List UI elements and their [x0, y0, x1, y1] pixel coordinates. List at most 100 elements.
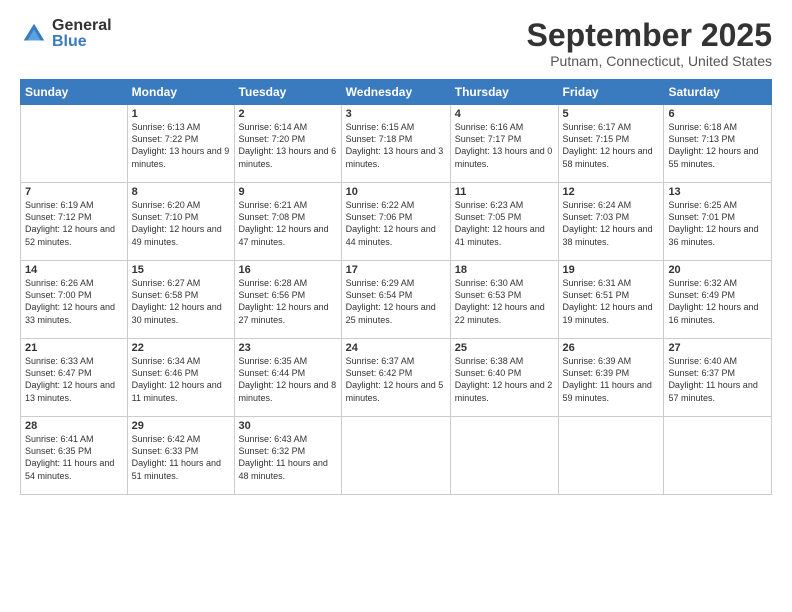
- day-info: Sunrise: 6:16 AMSunset: 7:17 PMDaylight:…: [455, 121, 554, 170]
- day-info: Sunrise: 6:31 AMSunset: 6:51 PMDaylight:…: [563, 277, 660, 326]
- day-cell: 20Sunrise: 6:32 AMSunset: 6:49 PMDayligh…: [664, 261, 772, 339]
- day-info: Sunrise: 6:28 AMSunset: 6:56 PMDaylight:…: [239, 277, 337, 326]
- day-number: 6: [668, 108, 767, 120]
- day-cell: 21Sunrise: 6:33 AMSunset: 6:47 PMDayligh…: [21, 339, 128, 417]
- day-number: 11: [455, 186, 554, 198]
- day-number: 4: [455, 108, 554, 120]
- day-number: 14: [25, 264, 123, 276]
- day-cell: 19Sunrise: 6:31 AMSunset: 6:51 PMDayligh…: [558, 261, 664, 339]
- day-info: Sunrise: 6:35 AMSunset: 6:44 PMDaylight:…: [239, 355, 337, 404]
- day-info: Sunrise: 6:40 AMSunset: 6:37 PMDaylight:…: [668, 355, 767, 404]
- logo: General Blue: [20, 18, 112, 50]
- day-info: Sunrise: 6:42 AMSunset: 6:33 PMDaylight:…: [132, 433, 230, 482]
- day-cell: 5Sunrise: 6:17 AMSunset: 7:15 PMDaylight…: [558, 105, 664, 183]
- day-cell: 18Sunrise: 6:30 AMSunset: 6:53 PMDayligh…: [450, 261, 558, 339]
- day-info: Sunrise: 6:30 AMSunset: 6:53 PMDaylight:…: [455, 277, 554, 326]
- logo-text: General Blue: [52, 18, 112, 50]
- day-info: Sunrise: 6:20 AMSunset: 7:10 PMDaylight:…: [132, 199, 230, 248]
- day-cell: 7Sunrise: 6:19 AMSunset: 7:12 PMDaylight…: [21, 183, 128, 261]
- main-title: September 2025: [527, 18, 772, 53]
- day-cell: 29Sunrise: 6:42 AMSunset: 6:33 PMDayligh…: [127, 417, 234, 495]
- day-info: Sunrise: 6:27 AMSunset: 6:58 PMDaylight:…: [132, 277, 230, 326]
- day-cell: 25Sunrise: 6:38 AMSunset: 6:40 PMDayligh…: [450, 339, 558, 417]
- week-row-2: 7Sunrise: 6:19 AMSunset: 7:12 PMDaylight…: [21, 183, 772, 261]
- day-info: Sunrise: 6:32 AMSunset: 6:49 PMDaylight:…: [668, 277, 767, 326]
- day-info: Sunrise: 6:34 AMSunset: 6:46 PMDaylight:…: [132, 355, 230, 404]
- day-number: 15: [132, 264, 230, 276]
- day-cell: 15Sunrise: 6:27 AMSunset: 6:58 PMDayligh…: [127, 261, 234, 339]
- day-number: 12: [563, 186, 660, 198]
- day-cell: 22Sunrise: 6:34 AMSunset: 6:46 PMDayligh…: [127, 339, 234, 417]
- day-cell: 3Sunrise: 6:15 AMSunset: 7:18 PMDaylight…: [341, 105, 450, 183]
- day-cell: 10Sunrise: 6:22 AMSunset: 7:06 PMDayligh…: [341, 183, 450, 261]
- day-cell: [21, 105, 128, 183]
- day-info: Sunrise: 6:18 AMSunset: 7:13 PMDaylight:…: [668, 121, 767, 170]
- day-cell: 27Sunrise: 6:40 AMSunset: 6:37 PMDayligh…: [664, 339, 772, 417]
- day-cell: 24Sunrise: 6:37 AMSunset: 6:42 PMDayligh…: [341, 339, 450, 417]
- weekday-saturday: Saturday: [664, 80, 772, 105]
- day-info: Sunrise: 6:23 AMSunset: 7:05 PMDaylight:…: [455, 199, 554, 248]
- day-info: Sunrise: 6:15 AMSunset: 7:18 PMDaylight:…: [346, 121, 446, 170]
- logo-icon: [20, 20, 48, 48]
- day-number: 28: [25, 420, 123, 432]
- weekday-friday: Friday: [558, 80, 664, 105]
- day-info: Sunrise: 6:14 AMSunset: 7:20 PMDaylight:…: [239, 121, 337, 170]
- logo-general-text: General: [52, 18, 112, 34]
- day-info: Sunrise: 6:38 AMSunset: 6:40 PMDaylight:…: [455, 355, 554, 404]
- day-cell: 30Sunrise: 6:43 AMSunset: 6:32 PMDayligh…: [234, 417, 341, 495]
- day-number: 7: [25, 186, 123, 198]
- day-info: Sunrise: 6:25 AMSunset: 7:01 PMDaylight:…: [668, 199, 767, 248]
- day-cell: [450, 417, 558, 495]
- day-number: 13: [668, 186, 767, 198]
- day-info: Sunrise: 6:17 AMSunset: 7:15 PMDaylight:…: [563, 121, 660, 170]
- day-number: 22: [132, 342, 230, 354]
- day-number: 23: [239, 342, 337, 354]
- day-cell: 8Sunrise: 6:20 AMSunset: 7:10 PMDaylight…: [127, 183, 234, 261]
- day-cell: 26Sunrise: 6:39 AMSunset: 6:39 PMDayligh…: [558, 339, 664, 417]
- day-cell: 11Sunrise: 6:23 AMSunset: 7:05 PMDayligh…: [450, 183, 558, 261]
- day-number: 2: [239, 108, 337, 120]
- title-block: September 2025 Putnam, Connecticut, Unit…: [527, 18, 772, 69]
- weekday-header-row: SundayMondayTuesdayWednesdayThursdayFrid…: [21, 80, 772, 105]
- day-number: 24: [346, 342, 446, 354]
- page: General Blue September 2025 Putnam, Conn…: [0, 0, 792, 612]
- day-cell: 13Sunrise: 6:25 AMSunset: 7:01 PMDayligh…: [664, 183, 772, 261]
- day-info: Sunrise: 6:39 AMSunset: 6:39 PMDaylight:…: [563, 355, 660, 404]
- day-info: Sunrise: 6:43 AMSunset: 6:32 PMDaylight:…: [239, 433, 337, 482]
- day-number: 26: [563, 342, 660, 354]
- weekday-wednesday: Wednesday: [341, 80, 450, 105]
- day-cell: [558, 417, 664, 495]
- day-info: Sunrise: 6:37 AMSunset: 6:42 PMDaylight:…: [346, 355, 446, 404]
- day-cell: 1Sunrise: 6:13 AMSunset: 7:22 PMDaylight…: [127, 105, 234, 183]
- day-number: 29: [132, 420, 230, 432]
- day-cell: 14Sunrise: 6:26 AMSunset: 7:00 PMDayligh…: [21, 261, 128, 339]
- day-info: Sunrise: 6:41 AMSunset: 6:35 PMDaylight:…: [25, 433, 123, 482]
- day-cell: 28Sunrise: 6:41 AMSunset: 6:35 PMDayligh…: [21, 417, 128, 495]
- weekday-sunday: Sunday: [21, 80, 128, 105]
- weekday-thursday: Thursday: [450, 80, 558, 105]
- day-number: 8: [132, 186, 230, 198]
- day-number: 9: [239, 186, 337, 198]
- day-number: 20: [668, 264, 767, 276]
- calendar: SundayMondayTuesdayWednesdayThursdayFrid…: [20, 79, 772, 495]
- week-row-1: 1Sunrise: 6:13 AMSunset: 7:22 PMDaylight…: [21, 105, 772, 183]
- day-number: 3: [346, 108, 446, 120]
- day-number: 10: [346, 186, 446, 198]
- day-info: Sunrise: 6:21 AMSunset: 7:08 PMDaylight:…: [239, 199, 337, 248]
- day-cell: 9Sunrise: 6:21 AMSunset: 7:08 PMDaylight…: [234, 183, 341, 261]
- week-row-3: 14Sunrise: 6:26 AMSunset: 7:00 PMDayligh…: [21, 261, 772, 339]
- day-info: Sunrise: 6:19 AMSunset: 7:12 PMDaylight:…: [25, 199, 123, 248]
- day-number: 27: [668, 342, 767, 354]
- day-cell: [341, 417, 450, 495]
- day-cell: 4Sunrise: 6:16 AMSunset: 7:17 PMDaylight…: [450, 105, 558, 183]
- day-info: Sunrise: 6:13 AMSunset: 7:22 PMDaylight:…: [132, 121, 230, 170]
- day-cell: 23Sunrise: 6:35 AMSunset: 6:44 PMDayligh…: [234, 339, 341, 417]
- day-number: 1: [132, 108, 230, 120]
- day-info: Sunrise: 6:29 AMSunset: 6:54 PMDaylight:…: [346, 277, 446, 326]
- week-row-4: 21Sunrise: 6:33 AMSunset: 6:47 PMDayligh…: [21, 339, 772, 417]
- day-info: Sunrise: 6:22 AMSunset: 7:06 PMDaylight:…: [346, 199, 446, 248]
- day-number: 19: [563, 264, 660, 276]
- day-number: 17: [346, 264, 446, 276]
- day-cell: 12Sunrise: 6:24 AMSunset: 7:03 PMDayligh…: [558, 183, 664, 261]
- day-info: Sunrise: 6:24 AMSunset: 7:03 PMDaylight:…: [563, 199, 660, 248]
